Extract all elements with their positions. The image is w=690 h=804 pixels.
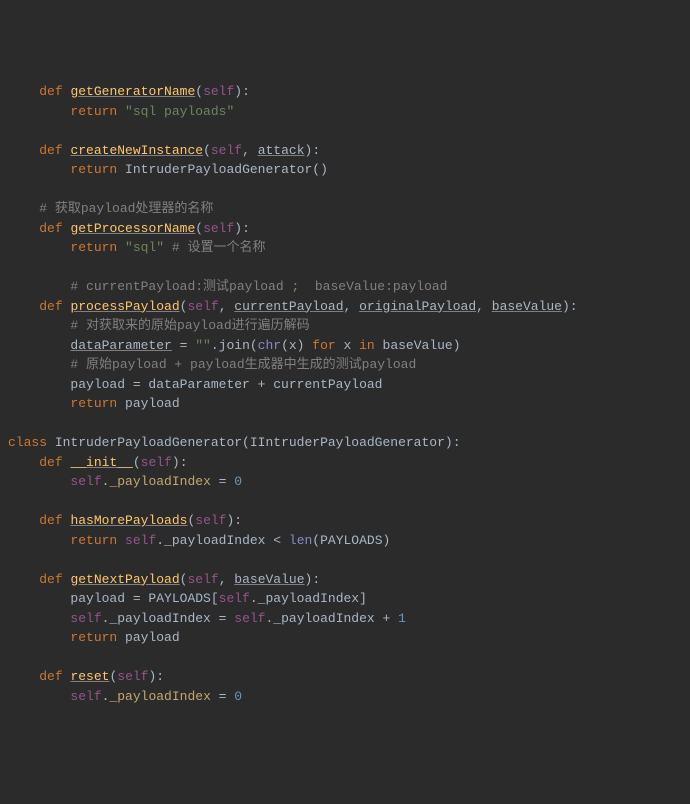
function-name: getNextPayload (70, 572, 179, 587)
var-dataparameter: dataParameter (70, 338, 171, 353)
comment: # 获取payload处理器的名称 (39, 201, 213, 216)
keyword-def: def (39, 572, 62, 587)
self-param: self (195, 513, 226, 528)
param-attack: attack (258, 143, 305, 158)
function-name: getGeneratorName (70, 84, 195, 99)
function-name: createNewInstance (70, 143, 203, 158)
keyword-def: def (39, 221, 62, 236)
comment: # 对获取来的原始payload进行遍历解码 (70, 318, 309, 333)
number-literal: 0 (234, 474, 242, 489)
assign-payload: payload = PAYLOADS[ (70, 591, 218, 606)
comment: # currentPayload:测试payload ; baseValue:p… (70, 279, 447, 294)
keyword-def: def (39, 513, 62, 528)
number-literal: 0 (234, 689, 242, 704)
self-param: self (187, 572, 218, 587)
keyword-return: return (70, 162, 117, 177)
string-literal: "sql payloads" (125, 104, 234, 119)
self-ref: self (219, 591, 250, 606)
param-originalpayload: originalPayload (359, 299, 476, 314)
self-ref: self (70, 474, 101, 489)
keyword-return: return (70, 240, 117, 255)
param-basevalue: baseValue (492, 299, 562, 314)
keyword-return: return (70, 533, 117, 548)
comment: # 原始payload + payload生成器中生成的测试payload (70, 357, 416, 372)
number-literal: 1 (398, 611, 406, 626)
self-ref: self (70, 611, 101, 626)
param-currentpayload: currentPayload (234, 299, 343, 314)
attr-payloadindex: _payloadIndex (109, 689, 210, 704)
self-param: self (141, 455, 172, 470)
keyword-def: def (39, 143, 62, 158)
keyword-def: def (39, 455, 62, 470)
class-name: IntruderPayloadGenerator(IIntruderPayloa… (55, 435, 461, 450)
keyword-return: return (70, 104, 117, 119)
keyword-return: return (70, 396, 117, 411)
string-literal: "sql" (125, 240, 164, 255)
function-name: processPayload (70, 299, 179, 314)
self-param: self (117, 669, 148, 684)
function-name: __init__ (70, 455, 132, 470)
function-name: reset (70, 669, 109, 684)
keyword-in: in (359, 338, 375, 353)
self-ref: self (70, 689, 101, 704)
keyword-def: def (39, 669, 62, 684)
function-name: hasMorePayloads (70, 513, 187, 528)
string-literal: "" (195, 338, 211, 353)
self-ref: self (125, 533, 156, 548)
code-block: def getGeneratorName(self): return "sql … (8, 82, 682, 706)
attr-payloadindex: _payloadIndex (109, 474, 210, 489)
self-param: self (203, 84, 234, 99)
keyword-for: for (312, 338, 335, 353)
self-param: self (187, 299, 218, 314)
keyword-def: def (39, 299, 62, 314)
param-basevalue: baseValue (234, 572, 304, 587)
self-ref: self (234, 611, 265, 626)
function-name: getProcessorName (70, 221, 195, 236)
assign-payload: payload = dataParameter + currentPayload (70, 377, 382, 392)
keyword-def: def (39, 84, 62, 99)
call-expr: IntruderPayloadGenerator() (125, 162, 328, 177)
builtin-chr: chr (258, 338, 281, 353)
self-param: self (211, 143, 242, 158)
keyword-class: class (8, 435, 47, 450)
keyword-return: return (70, 630, 117, 645)
builtin-len: len (289, 533, 312, 548)
comment: # 设置一个名称 (172, 240, 266, 255)
self-param: self (203, 221, 234, 236)
